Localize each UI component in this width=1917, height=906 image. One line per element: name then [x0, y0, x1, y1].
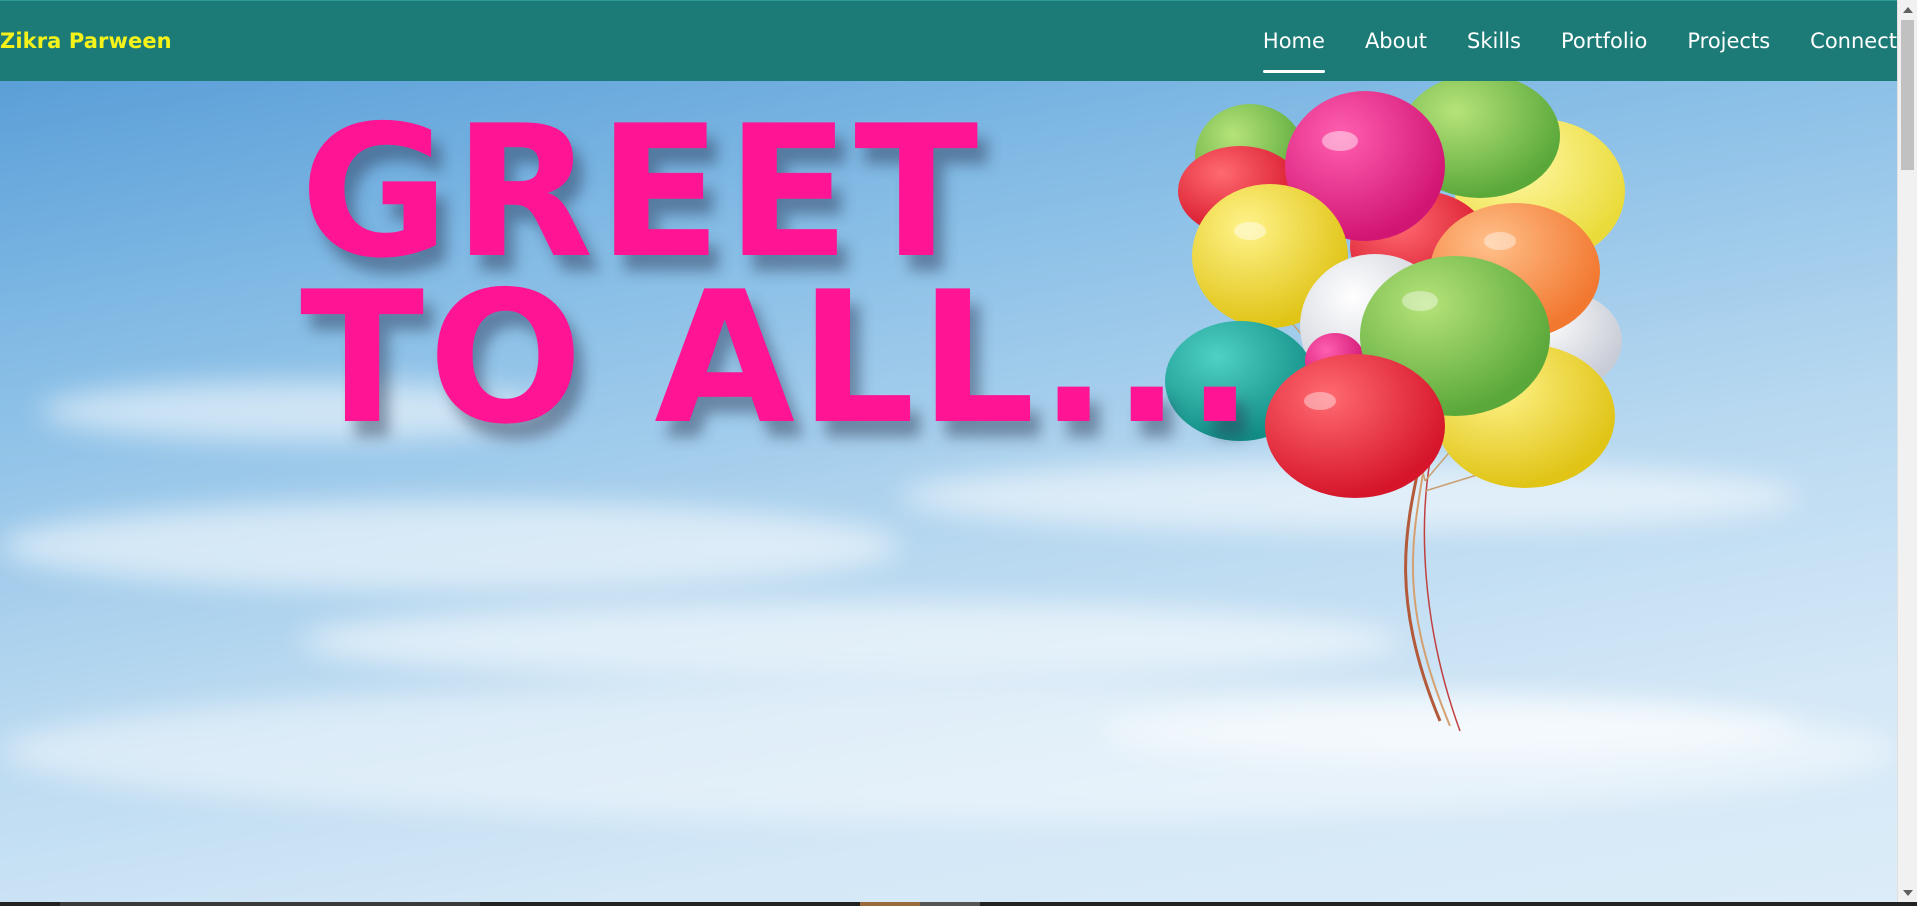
cloud — [0, 501, 900, 591]
taskbar-segment — [860, 902, 920, 906]
taskbar-edge — [0, 902, 1917, 906]
hero-headline-line-1: GREET — [300, 86, 983, 298]
taskbar-segment — [60, 902, 480, 906]
nav-link-portfolio[interactable]: Portfolio — [1541, 27, 1667, 55]
nav-link-about[interactable]: About — [1345, 27, 1447, 55]
navbar: Zikra Parween Home About Skills Portfoli… — [0, 0, 1897, 81]
chevron-down-icon[interactable] — [1903, 890, 1913, 896]
nav-link-connect[interactable]: Connect — [1790, 27, 1897, 55]
hero-headline: GREET TO ALL... — [300, 86, 1259, 464]
nav-link-skills[interactable]: Skills — [1447, 27, 1541, 55]
chevron-up-icon[interactable] — [1903, 7, 1913, 13]
nav-links: Home About Skills Portfolio Projects Con… — [1243, 27, 1897, 73]
nav-link-home[interactable]: Home — [1243, 27, 1345, 73]
brand-logo-text[interactable]: Zikra Parween — [0, 29, 172, 53]
vertical-scrollbar[interactable] — [1897, 0, 1917, 903]
scrollbar-thumb[interactable] — [1901, 20, 1914, 170]
hero-section: GREET TO ALL... — [0, 81, 1897, 903]
hero-headline-line-2: TO ALL... — [300, 252, 1259, 464]
taskbar-segment — [920, 902, 980, 906]
nav-link-projects[interactable]: Projects — [1667, 27, 1790, 55]
page: Zikra Parween Home About Skills Portfoli… — [0, 0, 1917, 906]
